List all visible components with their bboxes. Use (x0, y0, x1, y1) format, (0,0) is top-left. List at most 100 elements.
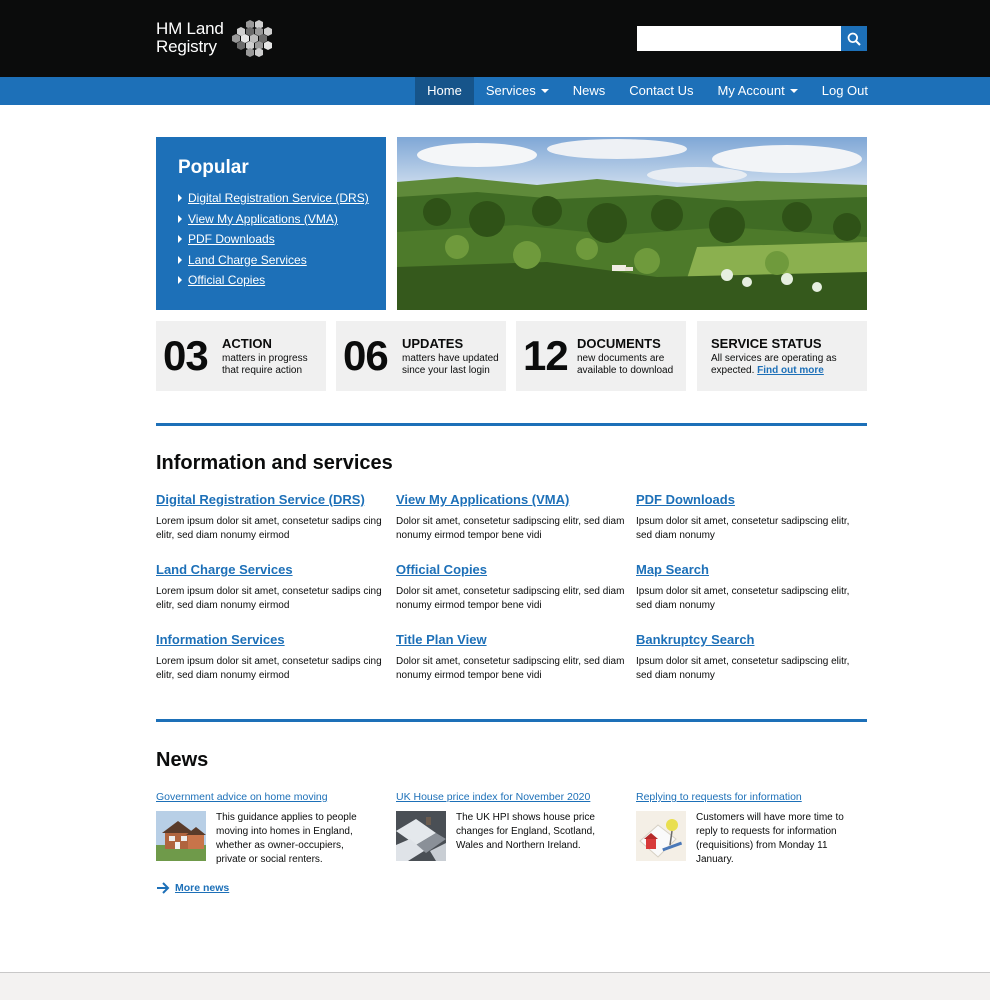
service-description: Lorem ipsum dolor sit amet, consetetur s… (156, 586, 382, 611)
caret-down-icon (540, 89, 549, 93)
news-link-house-price-index[interactable]: UK House price index for November 2020 (396, 791, 590, 803)
service-description: Dolor sit amet, consetetur sadipscing el… (396, 586, 625, 611)
news-item: UK House price index for November 2020 T… (396, 787, 636, 867)
service-link-pdf-downloads[interactable]: PDF Downloads (636, 492, 735, 507)
caret-down-icon (789, 89, 798, 93)
popular-link-official-copies[interactable]: Official Copies (188, 273, 265, 287)
news-summary: This guidance applies to people moving i… (216, 812, 357, 865)
service-description: Lorem ipsum dolor sit amet, consetetur s… (156, 656, 382, 681)
service-link-title-plan-view[interactable]: Title Plan View (396, 632, 487, 647)
stat-label: UPDATES (402, 336, 464, 351)
brand-line-2: Registry (156, 37, 217, 56)
service-card: View My Applications (VMA) Dolor sit amet… (396, 491, 636, 543)
service-description: Lorem ipsum dolor sit amet, consetetur s… (156, 516, 382, 541)
stat-number: 12 (523, 332, 569, 379)
service-card: Official Copies Dolor sit amet, consetetu… (396, 561, 636, 613)
nav-contact-label: Contact Us (629, 83, 694, 98)
search-input[interactable] (637, 26, 841, 51)
popular-link-land-charge[interactable]: Land Charge Services (188, 253, 307, 267)
hexagon-crest-icon (232, 20, 272, 57)
popular-list: Digital Registration Service (DRS) View … (178, 188, 369, 291)
section-divider (156, 719, 867, 722)
triangle-right-icon (178, 194, 182, 203)
stat-updates[interactable]: 06 UPDATES matters have updated since yo… (336, 321, 506, 391)
search-icon (847, 32, 861, 46)
popular-link-vma[interactable]: View My Applications (VMA) (188, 212, 338, 226)
service-description: Ipsum dolor sit amet, consetetur sadipsc… (636, 586, 850, 611)
service-status-label: SERVICE STATUS (711, 336, 822, 351)
stat-description: new documents are available to download (577, 353, 674, 376)
service-link-map-search[interactable]: Map Search (636, 562, 709, 577)
arrow-right-icon (157, 882, 170, 894)
nav-home[interactable]: Home (415, 77, 474, 105)
service-card: Map Search Ipsum dolor sit amet, consetet… (636, 561, 876, 613)
news-summary: Customers will have more time to reply t… (696, 812, 844, 865)
page-footer (0, 972, 990, 1000)
stat-description: matters have updated since your last log… (402, 353, 499, 376)
stat-label: DOCUMENTS (577, 336, 661, 351)
stat-action[interactable]: 03 ACTION matters in progress that requi… (156, 321, 326, 391)
find-out-more-link[interactable]: Find out more (757, 365, 824, 376)
triangle-right-icon (178, 235, 182, 244)
news-item: Government advice on home moving This gu… (156, 787, 396, 867)
stat-label: ACTION (222, 336, 272, 351)
nav-my-account-label: My Account (717, 83, 785, 98)
more-news-link[interactable]: More news (175, 882, 229, 894)
documents-thumbnail-image[interactable] (636, 811, 686, 861)
service-card: Information Services Lorem ipsum dolor si… (156, 631, 396, 683)
popular-item: Official Copies (178, 270, 364, 291)
house-thumbnail-image[interactable] (156, 811, 206, 861)
service-link-drs[interactable]: Digital Registration Service (DRS) (156, 492, 365, 507)
service-status-description: All services are operating as expected. … (711, 353, 861, 377)
service-card: Title Plan View Dolor sit amet, consetetu… (396, 631, 636, 683)
nav-services[interactable]: Services (474, 77, 561, 105)
services-grid: Digital Registration Service (DRS) Lorem … (156, 491, 876, 683)
nav-news[interactable]: News (561, 77, 618, 105)
popular-link-pdf[interactable]: PDF Downloads (188, 232, 275, 246)
triangle-right-icon (178, 276, 182, 285)
nav-my-account[interactable]: My Account (706, 77, 810, 105)
more-news[interactable]: More news (156, 882, 229, 894)
news-section-title: News (156, 749, 209, 771)
service-link-information-services[interactable]: Information Services (156, 632, 285, 647)
news-link-home-moving[interactable]: Government advice on home moving (156, 791, 328, 803)
site-logo[interactable]: HM Land Registry (156, 20, 224, 56)
nav-services-label: Services (485, 83, 536, 98)
nav-log-out-label: Log Out (821, 83, 868, 98)
service-status-box: SERVICE STATUS All services are operatin… (697, 321, 867, 391)
news-item: Replying to requests for information Cus… (636, 787, 876, 867)
service-description: Dolor sit amet, consetetur sadipscing el… (396, 656, 625, 681)
service-link-official-copies[interactable]: Official Copies (396, 562, 487, 577)
hero-landscape-image (397, 137, 867, 310)
news-summary: The UK HPI shows house price changes for… (456, 812, 595, 851)
popular-panel: Popular Digital Registration Service (DR… (156, 137, 386, 310)
service-description: Dolor sit amet, consetetur sadipscing el… (396, 516, 625, 541)
stat-documents[interactable]: 12 DOCUMENTS new documents are available… (516, 321, 686, 391)
stat-number: 06 (343, 332, 389, 379)
service-link-vma[interactable]: View My Applications (VMA) (396, 492, 569, 507)
service-card: Land Charge Services Lorem ipsum dolor si… (156, 561, 396, 613)
section-divider (156, 423, 867, 426)
nav-news-label: News (572, 83, 606, 98)
news-link-requests-for-information[interactable]: Replying to requests for information (636, 791, 802, 803)
info-section-title: Information and services (156, 452, 393, 474)
triangle-right-icon (178, 255, 182, 264)
popular-item: Digital Registration Service (DRS) (178, 188, 369, 209)
popular-item: PDF Downloads (178, 229, 364, 250)
service-link-land-charge[interactable]: Land Charge Services (156, 562, 293, 577)
main-nav: Home Services News Contact Us My Account… (0, 77, 990, 105)
service-link-bankruptcy-search[interactable]: Bankruptcy Search (636, 632, 755, 647)
service-card: Digital Registration Service (DRS) Lorem … (156, 491, 396, 543)
nav-home-label: Home (427, 83, 462, 98)
stat-description: matters in progress that require action (222, 353, 308, 376)
service-card: PDF Downloads Ipsum dolor sit amet, conse… (636, 491, 876, 543)
site-header: HM Land Registry (0, 0, 990, 77)
stat-number: 03 (163, 332, 209, 379)
nav-log-out[interactable]: Log Out (810, 77, 880, 105)
service-card: Bankruptcy Search Ipsum dolor sit amet, c… (636, 631, 876, 683)
nav-contact-us[interactable]: Contact Us (617, 77, 705, 105)
popular-link-drs[interactable]: Digital Registration Service (DRS) (188, 191, 369, 205)
search-button[interactable] (841, 26, 867, 51)
service-description: Ipsum dolor sit amet, consetetur sadipsc… (636, 516, 850, 541)
snowy-rooftops-thumbnail-image[interactable] (396, 811, 446, 861)
